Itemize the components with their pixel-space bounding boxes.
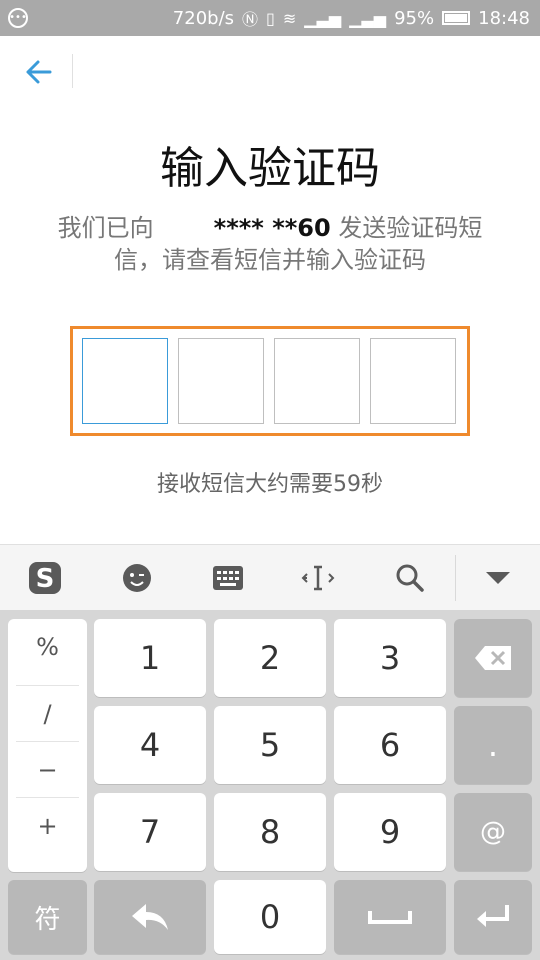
- symbol-panel: % / − +: [8, 619, 87, 872]
- verification-description: 我们已向 **** **60 发送验证码短信，请查看短信并输入验证码: [40, 212, 500, 276]
- sogou-logo-icon[interactable]: S: [15, 545, 75, 611]
- dot-key[interactable]: .: [454, 706, 532, 784]
- vibrate-off-icon: ▯: [266, 8, 275, 28]
- symbol-key-slash[interactable]: /: [8, 686, 87, 742]
- key-5[interactable]: 5: [214, 706, 326, 784]
- numeric-keyboard: % / − + 1 2 3 4 5 6 . 7 8 9 @ 符 0: [0, 610, 540, 960]
- key-3[interactable]: 3: [334, 619, 446, 697]
- countdown-text: 接收短信大约需要59秒: [157, 472, 383, 497]
- key-7[interactable]: 7: [94, 793, 206, 871]
- cursor-move-icon[interactable]: [288, 545, 348, 611]
- back-button[interactable]: [18, 54, 58, 90]
- key-6[interactable]: 6: [334, 706, 446, 784]
- space-key[interactable]: [334, 880, 446, 954]
- status-right: 720b/s Ⓝ ▯ ≋ ▁▃▅ ▁▃▅ 95% 18:48: [173, 0, 530, 36]
- keyboard-icon[interactable]: [198, 545, 258, 611]
- masked-phone: **** **60: [213, 214, 331, 242]
- emoji-icon[interactable]: [107, 545, 167, 611]
- signal-icon: ▁▃▅: [304, 8, 342, 28]
- search-icon[interactable]: [380, 545, 440, 611]
- clock: 18:48: [478, 7, 530, 29]
- nfc-icon: Ⓝ: [242, 10, 259, 29]
- key-9[interactable]: 9: [334, 793, 446, 871]
- header-divider: [72, 54, 73, 88]
- key-4[interactable]: 4: [94, 706, 206, 784]
- key-0[interactable]: 0: [214, 880, 326, 954]
- wifi-icon: ≋: [282, 8, 297, 28]
- notification-icon: •••: [8, 8, 28, 28]
- code-digit-1[interactable]: [82, 338, 168, 424]
- top-bar: [0, 36, 540, 108]
- key-2[interactable]: 2: [214, 619, 326, 697]
- enter-key[interactable]: [454, 880, 532, 954]
- backspace-key[interactable]: [454, 619, 532, 697]
- code-input-group: [70, 326, 470, 436]
- enter-icon: [477, 905, 509, 927]
- at-key[interactable]: @: [454, 793, 532, 871]
- network-speed: 720b/s: [172, 7, 235, 29]
- signal-icon-2: ▁▃▅: [349, 8, 387, 28]
- symbol-switch-key[interactable]: 符: [8, 880, 87, 954]
- battery-icon: [442, 11, 471, 25]
- key-8[interactable]: 8: [214, 793, 326, 871]
- symbol-key-percent[interactable]: %: [8, 619, 87, 675]
- code-digit-4[interactable]: [370, 338, 456, 424]
- svg-text:S: S: [36, 564, 55, 594]
- code-digit-3[interactable]: [274, 338, 360, 424]
- collapse-keyboard-icon[interactable]: [468, 545, 528, 611]
- desc-prefix: 我们已向: [57, 214, 154, 242]
- space-icon: [368, 911, 412, 924]
- battery-percent: 95%: [394, 7, 435, 29]
- arrow-left-icon: [26, 60, 52, 84]
- toolbar-divider: [455, 555, 456, 601]
- page-title: 输入验证码: [160, 143, 380, 194]
- code-digit-2[interactable]: [178, 338, 264, 424]
- undo-arrow-icon: [132, 904, 168, 930]
- symbol-key-minus[interactable]: −: [8, 742, 87, 798]
- backspace-icon: [475, 646, 511, 670]
- status-bar: ••• 720b/s Ⓝ ▯ ≋ ▁▃▅ ▁▃▅ 95% 18:48: [0, 0, 540, 36]
- keyboard-toolbar: S: [0, 544, 540, 610]
- key-1[interactable]: 1: [94, 619, 206, 697]
- symbol-key-plus[interactable]: +: [8, 798, 87, 854]
- return-key[interactable]: [94, 880, 206, 954]
